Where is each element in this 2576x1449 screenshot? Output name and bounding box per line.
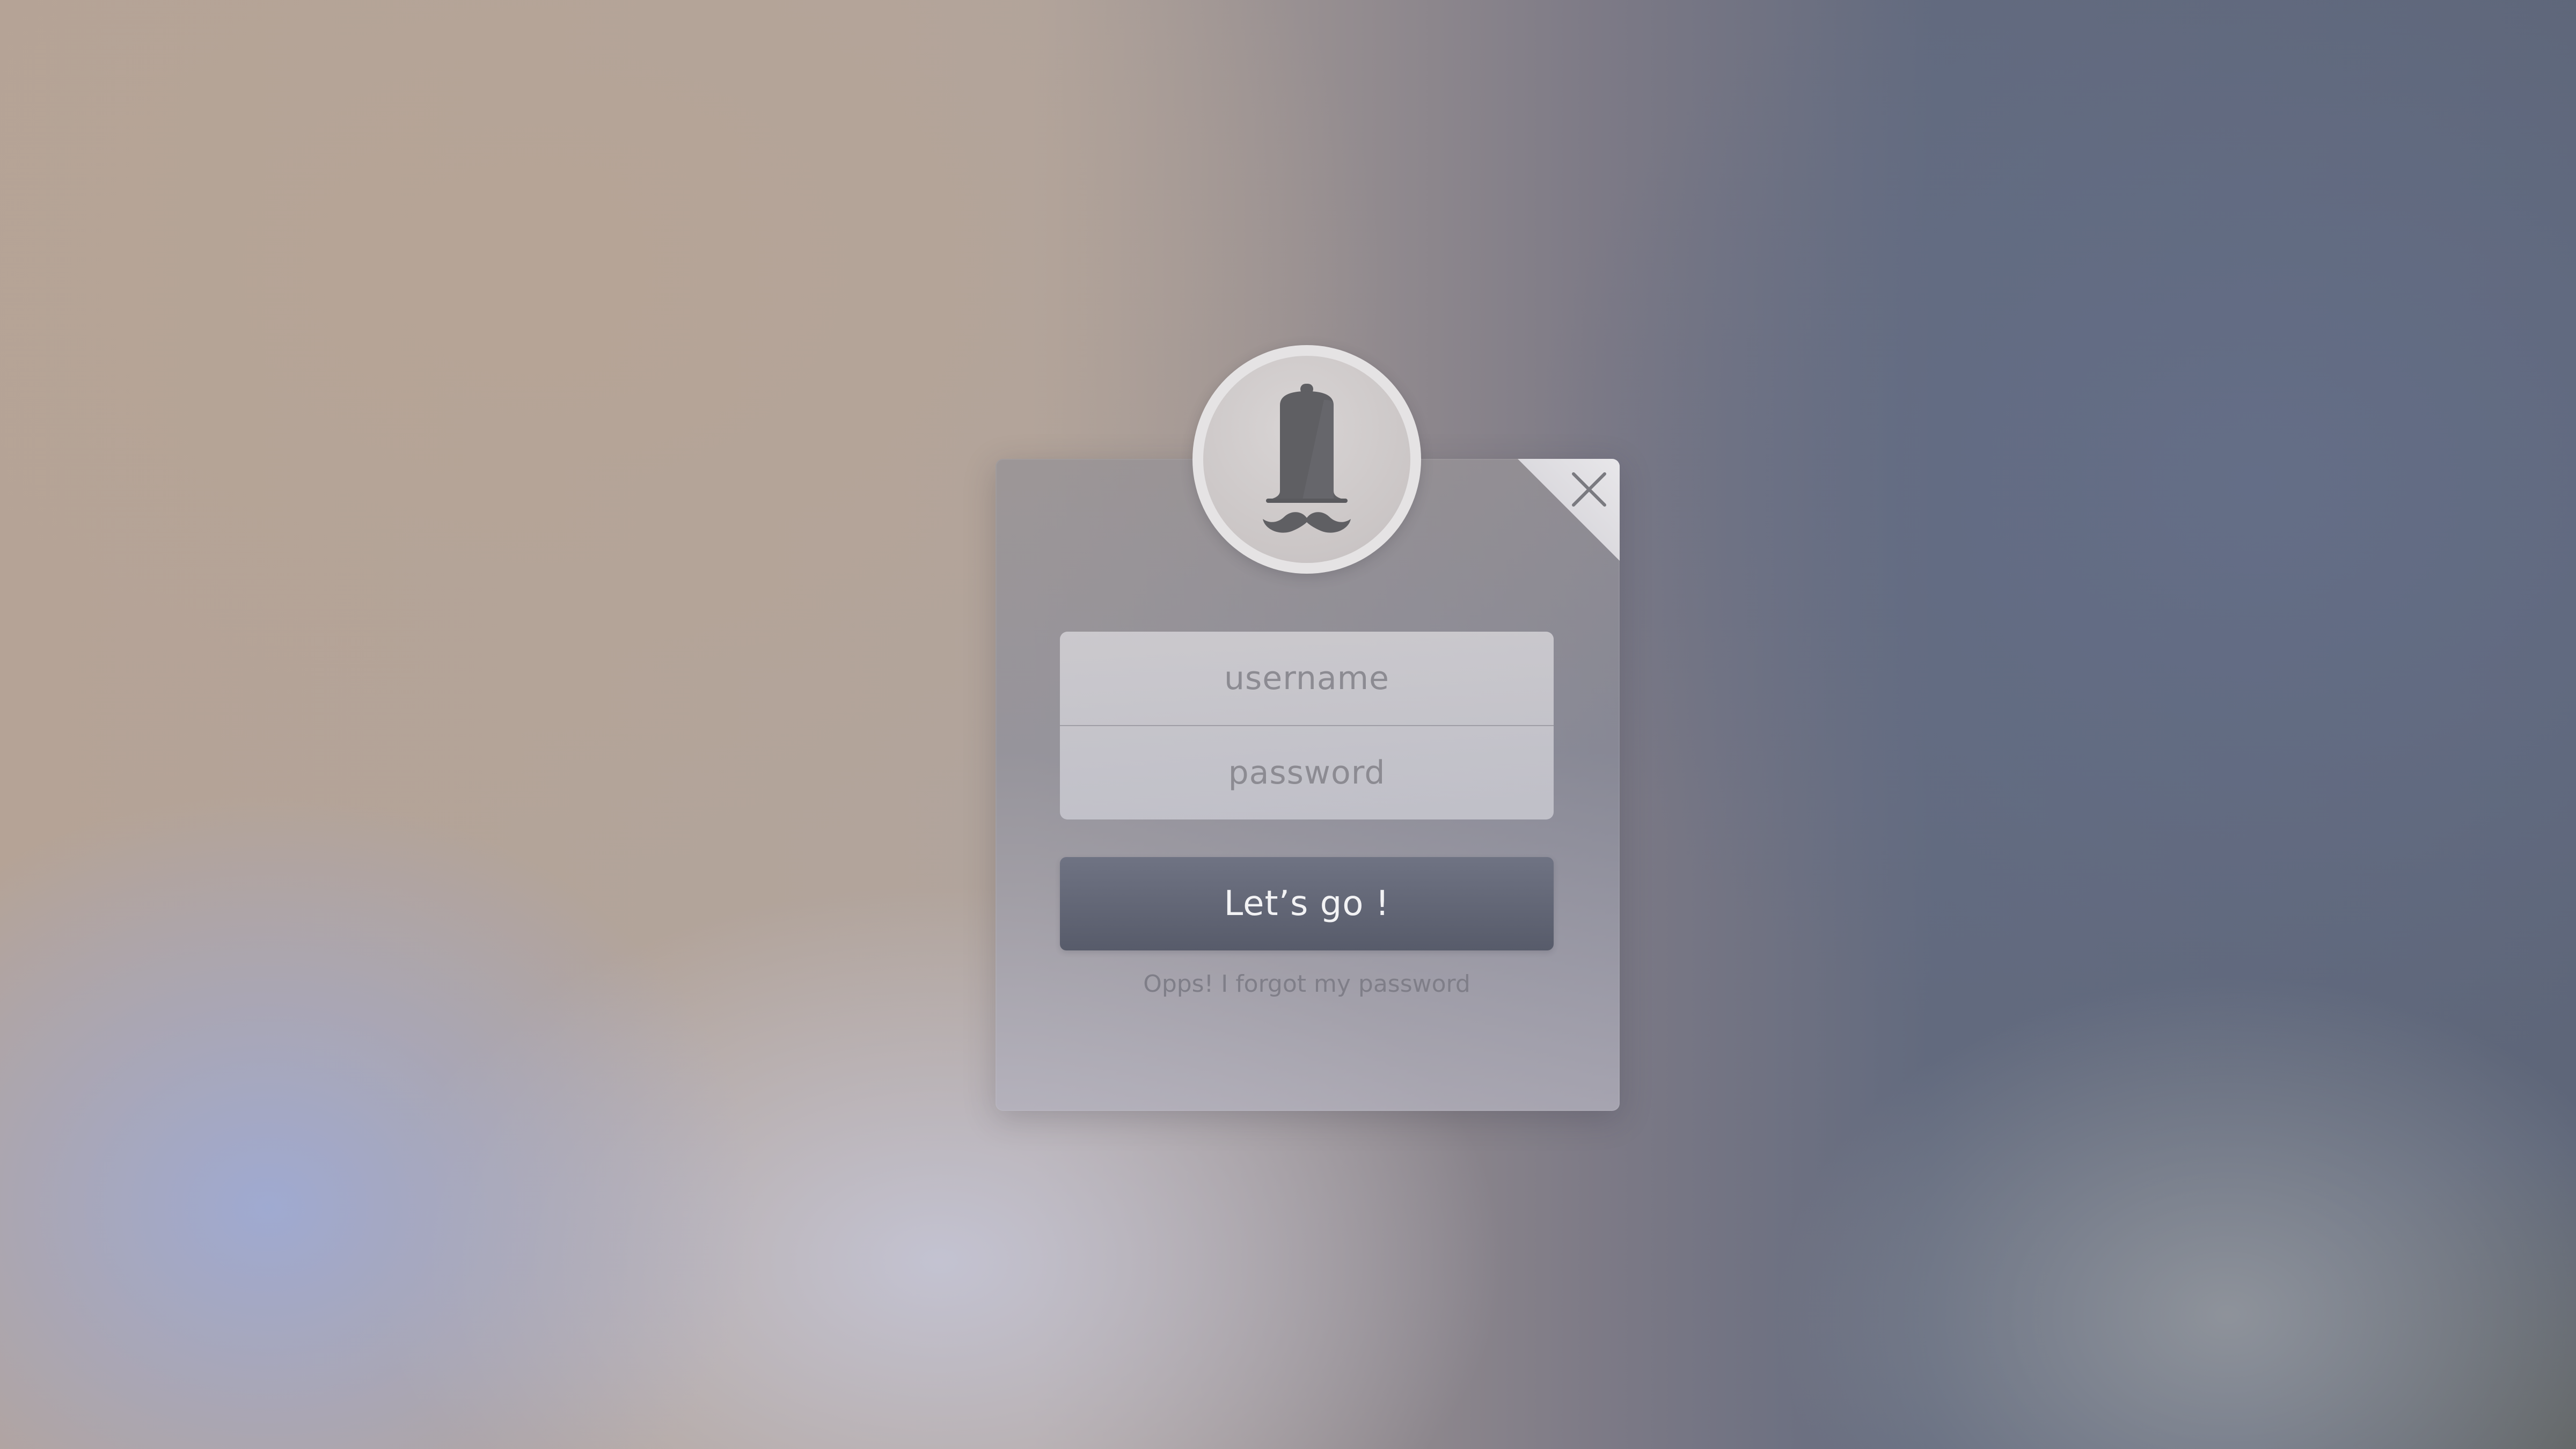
submit-button-label: Let’s go ! xyxy=(1224,884,1390,924)
bell-with-mustache-icon xyxy=(1263,384,1351,533)
blurred-background: username password Let’s go ! Opps! I for… xyxy=(0,0,2576,1449)
password-placeholder: password xyxy=(1228,754,1386,792)
credentials-group: username password xyxy=(1060,632,1554,819)
avatar-inner xyxy=(1203,356,1410,563)
close-icon[interactable] xyxy=(1570,471,1608,508)
username-input[interactable]: username xyxy=(1060,632,1554,725)
username-placeholder: username xyxy=(1224,660,1389,697)
forgot-password-link[interactable]: Opps! I forgot my password xyxy=(1060,970,1554,998)
close-button[interactable] xyxy=(1518,459,1620,561)
avatar xyxy=(1192,345,1421,574)
password-input[interactable]: password xyxy=(1060,726,1554,819)
submit-button[interactable]: Let’s go ! xyxy=(1060,857,1554,950)
